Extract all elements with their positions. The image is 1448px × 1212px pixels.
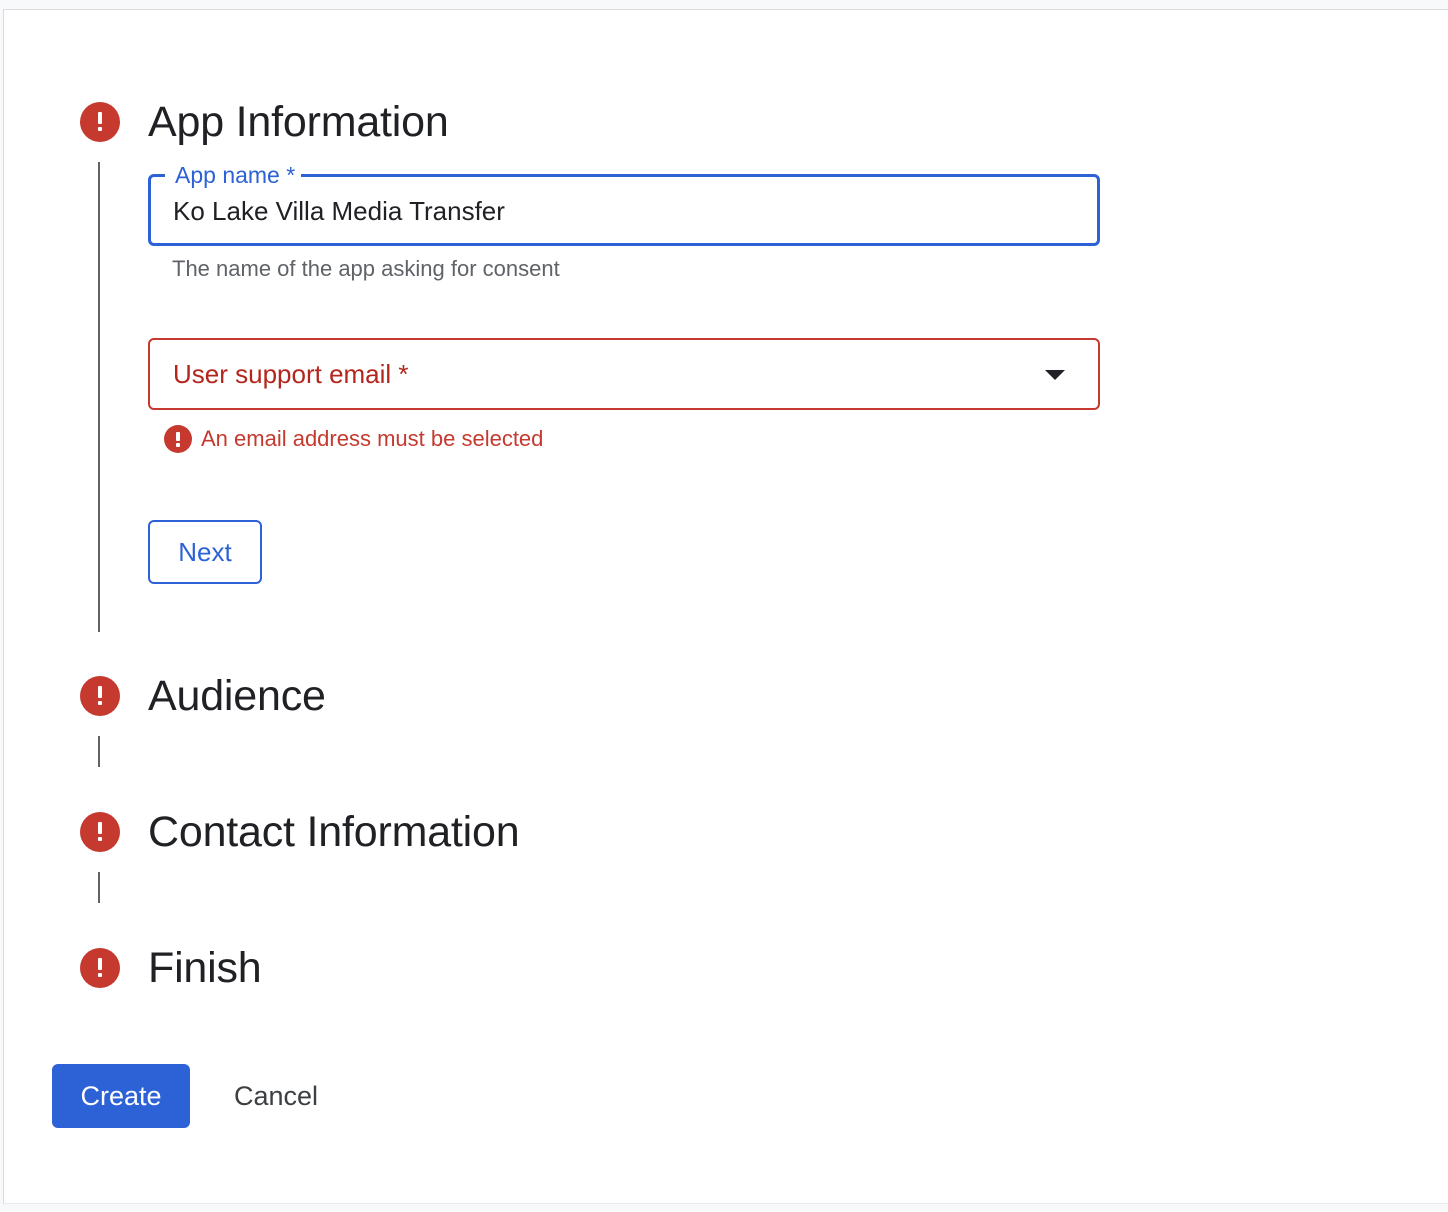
email-error-message: An email address must be selected bbox=[164, 424, 543, 454]
step-title-contact-information[interactable]: Contact Information bbox=[148, 806, 520, 858]
step-connector bbox=[98, 872, 100, 903]
step-error-icon bbox=[80, 948, 120, 988]
user-support-email-label: User support email * bbox=[173, 359, 409, 389]
step-title-audience[interactable]: Audience bbox=[148, 670, 326, 722]
step-title-app-information[interactable]: App Information bbox=[148, 96, 449, 148]
app-name-label: App name * bbox=[165, 160, 302, 190]
error-icon bbox=[164, 425, 192, 453]
user-support-email-select[interactable]: User support email * bbox=[148, 338, 1100, 410]
create-button[interactable]: Create bbox=[52, 1064, 190, 1128]
app-name-input[interactable]: App name * Ko Lake Villa Media Transfer bbox=[148, 160, 1100, 246]
cancel-button[interactable]: Cancel bbox=[214, 1064, 338, 1128]
dropdown-arrow-icon[interactable] bbox=[1045, 370, 1065, 380]
app-name-value[interactable]: Ko Lake Villa Media Transfer bbox=[173, 194, 505, 228]
step-error-icon bbox=[80, 676, 120, 716]
step-connector bbox=[98, 736, 100, 767]
step-error-icon bbox=[80, 812, 120, 852]
step-connector bbox=[98, 162, 100, 632]
step-title-finish[interactable]: Finish bbox=[148, 942, 262, 994]
step-error-icon bbox=[80, 102, 120, 142]
next-button[interactable]: Next bbox=[148, 520, 262, 584]
email-error-text: An email address must be selected bbox=[201, 426, 544, 451]
app-name-hint: The name of the app asking for consent bbox=[172, 256, 560, 281]
